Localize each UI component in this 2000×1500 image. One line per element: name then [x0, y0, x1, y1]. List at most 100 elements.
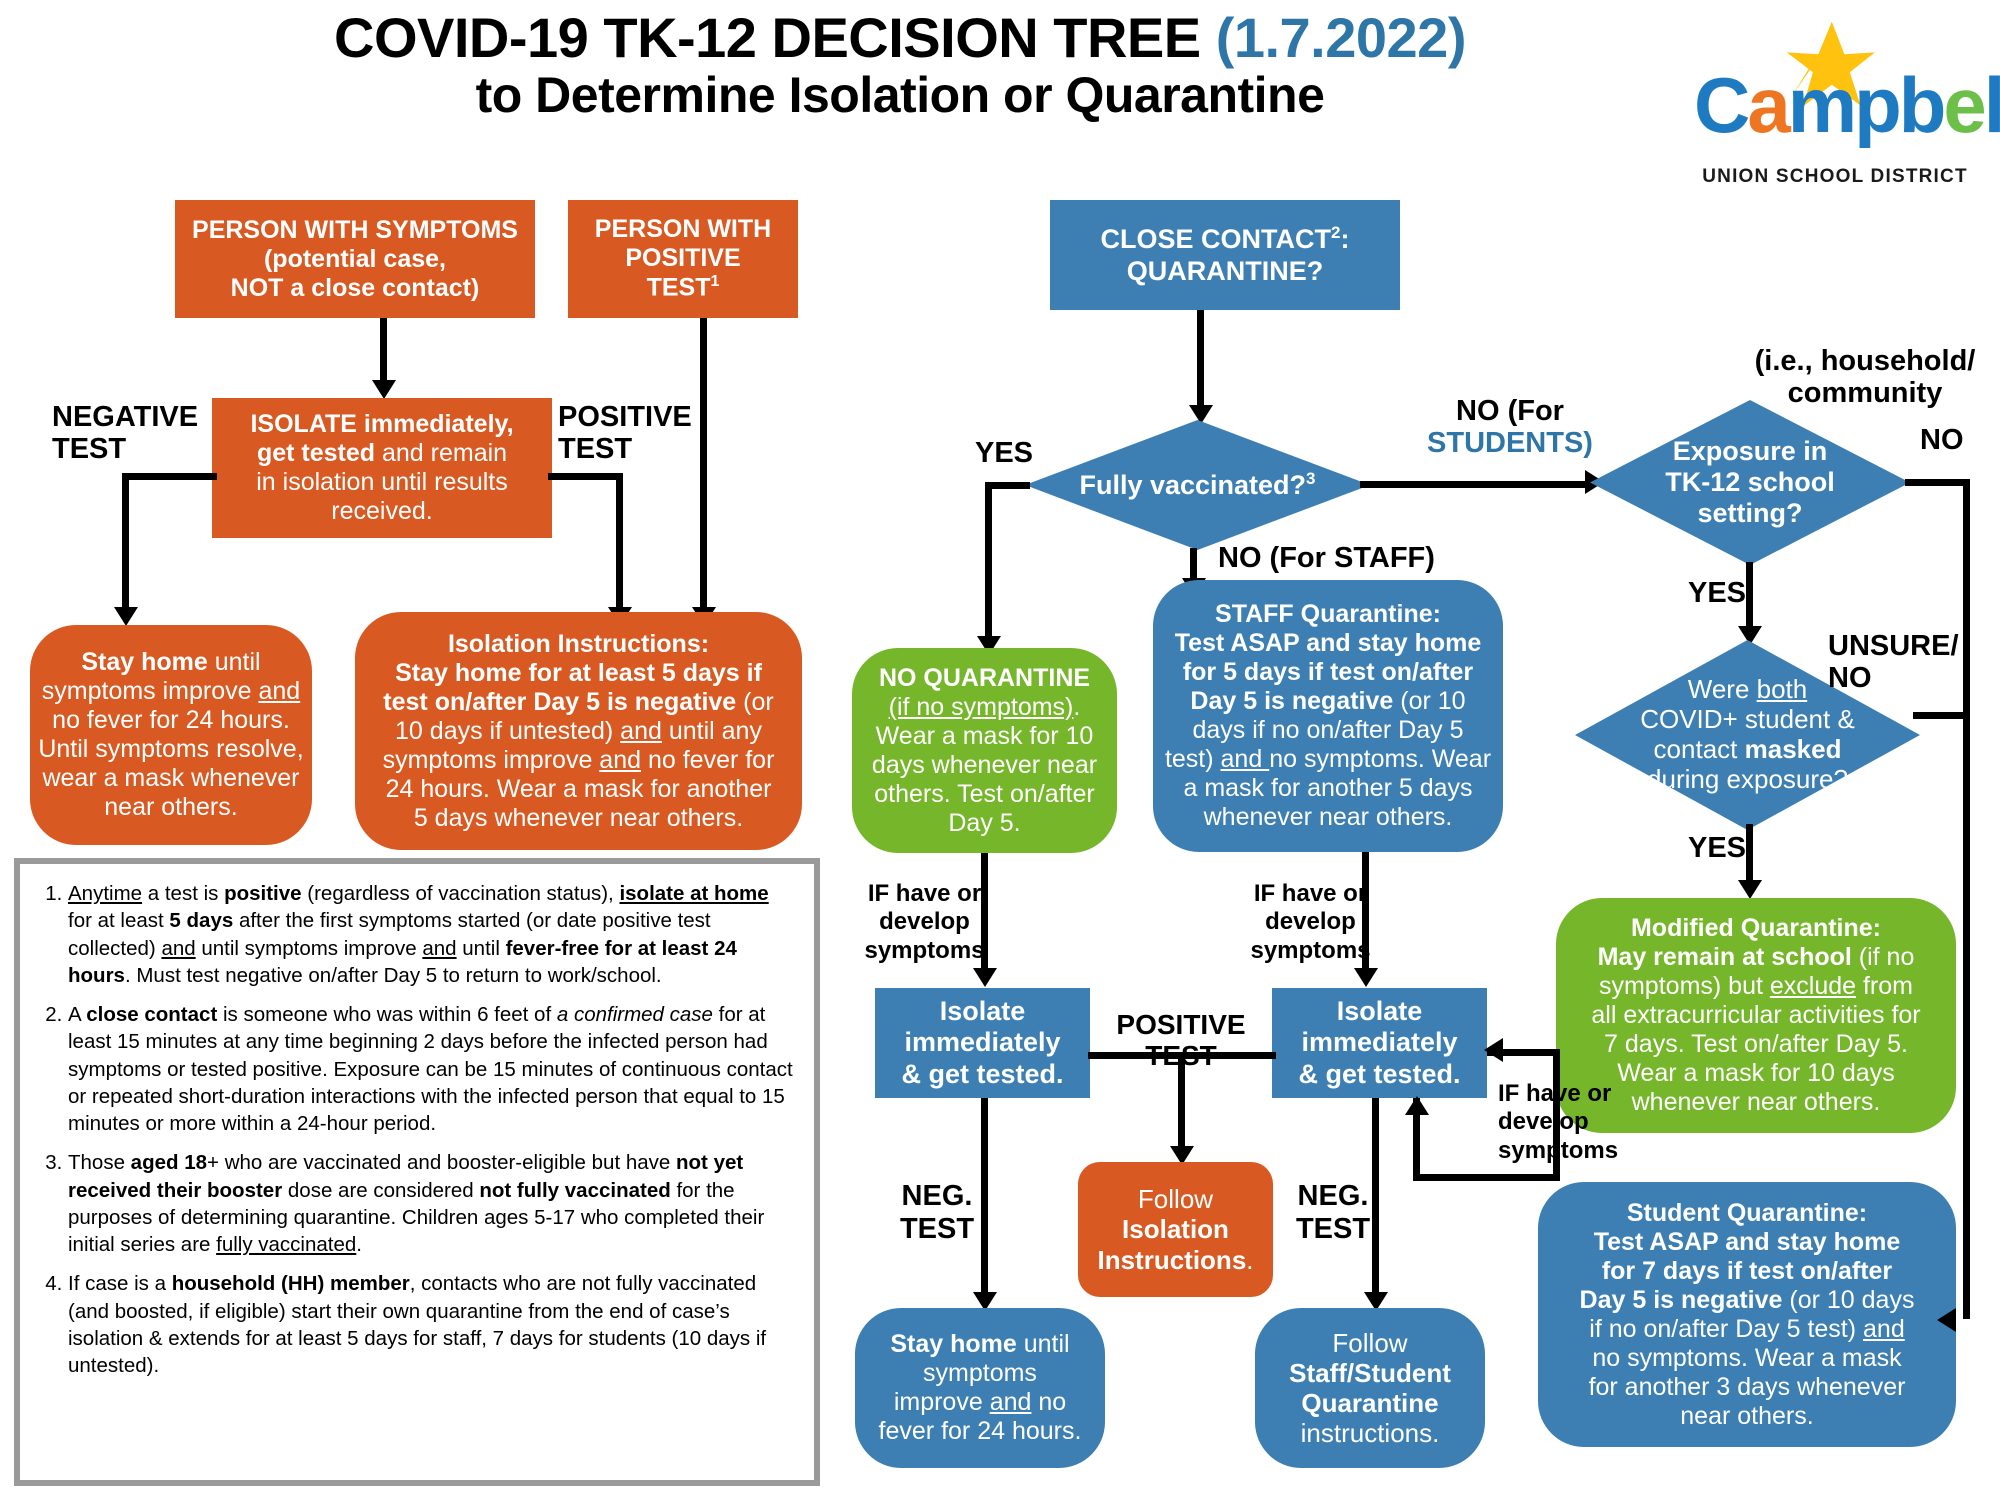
label-ie-household-community: (i.e., household/ community	[1740, 345, 1990, 410]
node-follow-staff-student-quarantine: Follow Staff/Student Quarantine instruction…	[1255, 1308, 1485, 1468]
footnotes-box: Anytime a test is positive (regardless o…	[14, 858, 820, 1486]
label-neg-test-left-line2: TEST	[899, 1213, 975, 1246]
node-close-contact: CLOSE CONTACT2: QUARANTINE?	[1050, 200, 1400, 310]
label-neg-test-right-line2: TEST	[1295, 1213, 1371, 1246]
node-isolation-instructions-label: Isolation Instructions: Stay home for at …	[382, 629, 775, 832]
connector-isolate-left-to-stayhome	[981, 1098, 988, 1298]
arrowhead-staffquarantine-to-isolate	[1354, 968, 1378, 987]
arrowhead-negative-to-stayhome	[114, 607, 138, 626]
label-no-for-students-line2: STUDENTS)	[1427, 427, 1593, 460]
label-neg-test-right: NEG. TEST	[1288, 1180, 1378, 1246]
connector-isolate-right-to-follow	[1372, 1098, 1379, 1298]
label-yes-masked-text: YES	[1688, 832, 1747, 864]
label-negative-test-text: NEGATIVE TEST	[52, 401, 199, 465]
connector-noquarantine-to-isolate	[981, 853, 988, 973]
label-yes-vaccinated: YES	[975, 437, 1034, 470]
node-isolate-immediately-label: ISOLATE immediately, get tested and remai…	[250, 410, 514, 525]
logo-wordmark: Campbell	[1694, 66, 2000, 144]
connector-positivetest-vertical	[700, 318, 707, 613]
label-no-for-students: NO (For STUDENTS)	[1395, 395, 1625, 460]
node-person-with-positive-test-label: PERSON WITH POSITIVE TEST1	[594, 215, 772, 302]
footnote-item-2: A close contact is someone who was withi…	[68, 1001, 796, 1137]
arrowhead-closecontact-to-vaccinated	[1189, 405, 1213, 424]
node-exposure-tk12-decision: Exposure in TK-12 school setting?	[1590, 400, 1910, 565]
node-no-quarantine: NO QUARANTINE (if no symptoms). Wear a mas…	[852, 648, 1117, 853]
label-if-symptoms-mid: IF have or develop symptoms	[1248, 880, 1373, 965]
label-if-symptoms-left-text: IF have or develop symptoms	[864, 880, 985, 964]
node-isolate-left-label: Isolate immediately & get tested.	[901, 996, 1064, 1089]
node-staff-quarantine: STAFF Quarantine: Test ASAP and stay home…	[1153, 580, 1503, 852]
label-positive-test-text: POSITIVE TEST	[558, 401, 692, 465]
label-neg-test-left-line1: NEG.	[901, 1180, 973, 1212]
arrowhead-symptoms-to-isolate	[372, 380, 396, 399]
title-date: (1.7.2022)	[1215, 6, 1467, 69]
node-close-contact-label: CLOSE CONTACT2: QUARANTINE?	[1100, 223, 1350, 286]
label-no-for-staff-text: NO (For STAFF)	[1218, 542, 1435, 574]
arrowhead-studentq-to-isolate	[1484, 1038, 1503, 1062]
connector-negative-horizontal	[122, 473, 217, 480]
node-follow-isolation-instructions-label: Follow Isolation Instructions.	[1097, 1184, 1254, 1275]
node-staff-quarantine-label: STAFF Quarantine: Test ASAP and stay home…	[1164, 600, 1492, 831]
node-isolate-right-label: Isolate immediately & get tested.	[1298, 996, 1461, 1089]
node-stay-home-bottom: Stay home until symptoms improve and no fev…	[855, 1308, 1105, 1468]
node-stay-home-bottom-label: Stay home until symptoms improve and no fev…	[878, 1330, 1082, 1445]
label-neg-test-left: NEG. TEST	[892, 1180, 982, 1246]
node-fully-vaccinated-label: Fully vaccinated?3	[1079, 468, 1316, 500]
connector-no-exposure-vertical	[1963, 479, 1970, 1319]
node-no-quarantine-label: NO QUARANTINE (if no symptoms). Wear a mas…	[871, 663, 1098, 837]
node-stay-home-left-label: Stay home until symptoms improve and no fe…	[38, 648, 304, 821]
connector-unsure-no-horizontal	[1913, 712, 1968, 719]
node-exposure-tk12-label: Exposure in TK-12 school setting?	[1665, 435, 1835, 529]
connector-yes-vertical	[985, 482, 992, 642]
label-no-exposure: NO	[1920, 424, 1964, 457]
page-title: COVID-19 TK-12 DECISION TREE (1.7.2022) …	[150, 6, 1650, 122]
arrowhead-up-to-isolate-right	[1405, 1096, 1429, 1115]
node-isolate-immediately: ISOLATE immediately, get tested and remai…	[212, 398, 552, 538]
label-ie-household-line2: community	[1787, 377, 1943, 410]
connector-positive-test-mid-vertical	[1178, 1052, 1185, 1152]
label-unsure-no: UNSURE/ NO	[1828, 630, 1973, 695]
connector-positive-horizontal	[548, 473, 623, 480]
footnote-item-3: Those aged 18+ who are vaccinated and bo…	[68, 1149, 796, 1258]
logo-letters-ll: ll	[1983, 61, 2000, 149]
node-person-with-symptoms: PERSON WITH SYMPTOMS (potential case, NOT …	[175, 200, 535, 318]
connector-studentq-elbow-horizontal	[1413, 1174, 1560, 1181]
connector-positive-vertical	[616, 473, 623, 613]
label-yes-exposure-text: YES	[1688, 577, 1747, 609]
node-follow-isolation-instructions: Follow Isolation Instructions.	[1078, 1162, 1273, 1297]
arrowhead-noquarantine-to-isolate	[973, 968, 997, 987]
label-neg-test-right-line1: NEG.	[1297, 1180, 1369, 1212]
connector-studentq-vertical	[1553, 1049, 1560, 1181]
label-if-symptoms-right: IF have or develop symptoms	[1498, 1080, 1626, 1165]
node-person-with-positive-test: PERSON WITH POSITIVE TEST1	[568, 200, 798, 318]
title-main-text: COVID-19 TK-12 DECISION TREE	[334, 6, 1216, 69]
label-ie-household-line1: (i.e., household/	[1754, 345, 1976, 377]
node-stay-home-left: Stay home until symptoms improve and no fe…	[30, 625, 312, 845]
label-yes-masked: YES	[1688, 832, 1747, 865]
label-if-symptoms-left: IF have or develop symptoms	[862, 880, 987, 965]
footnotes-list: Anytime a test is positive (regardless o…	[34, 880, 796, 1379]
node-person-with-symptoms-label: PERSON WITH SYMPTOMS (potential case, NOT …	[192, 215, 518, 302]
label-positive-test: POSITIVE TEST	[558, 401, 718, 466]
node-isolate-left: Isolate immediately & get tested.	[875, 988, 1090, 1098]
label-no-exposure-text: NO	[1920, 424, 1964, 456]
label-no-for-students-line1: NO (For	[1456, 395, 1564, 427]
connector-no-students-horizontal	[1360, 481, 1590, 488]
node-modified-quarantine-label: Modified Quarantine: May remain at school…	[1591, 914, 1921, 1116]
logo-letter-c: C	[1694, 61, 1750, 149]
logo-letter-e: e	[1943, 61, 1986, 149]
node-isolate-right: Isolate immediately & get tested.	[1272, 988, 1487, 1098]
node-student-quarantine: Student Quarantine: Test ASAP and stay ho…	[1538, 1182, 1956, 1447]
arrowhead-yes-masked-to-modified	[1738, 880, 1762, 899]
connector-symptoms-to-isolate	[380, 318, 387, 384]
label-yes-vaccinated-text: YES	[975, 437, 1034, 469]
connector-closecontact-to-vaccinated	[1197, 310, 1204, 410]
node-student-quarantine-label: Student Quarantine: Test ASAP and stay ho…	[1579, 1198, 1915, 1430]
connector-negative-vertical	[122, 473, 129, 613]
label-negative-test: NEGATIVE TEST	[52, 401, 212, 466]
footnote-item-1: Anytime a test is positive (regardless o…	[68, 880, 796, 989]
node-follow-staff-student-quarantine-label: Follow Staff/Student Quarantine instruction…	[1289, 1327, 1451, 1449]
connector-staffquarantine-to-isolate	[1362, 852, 1369, 974]
logo-letters-mpb: mpb	[1787, 61, 1947, 149]
label-unsure-no-line2: NO	[1828, 662, 1872, 695]
